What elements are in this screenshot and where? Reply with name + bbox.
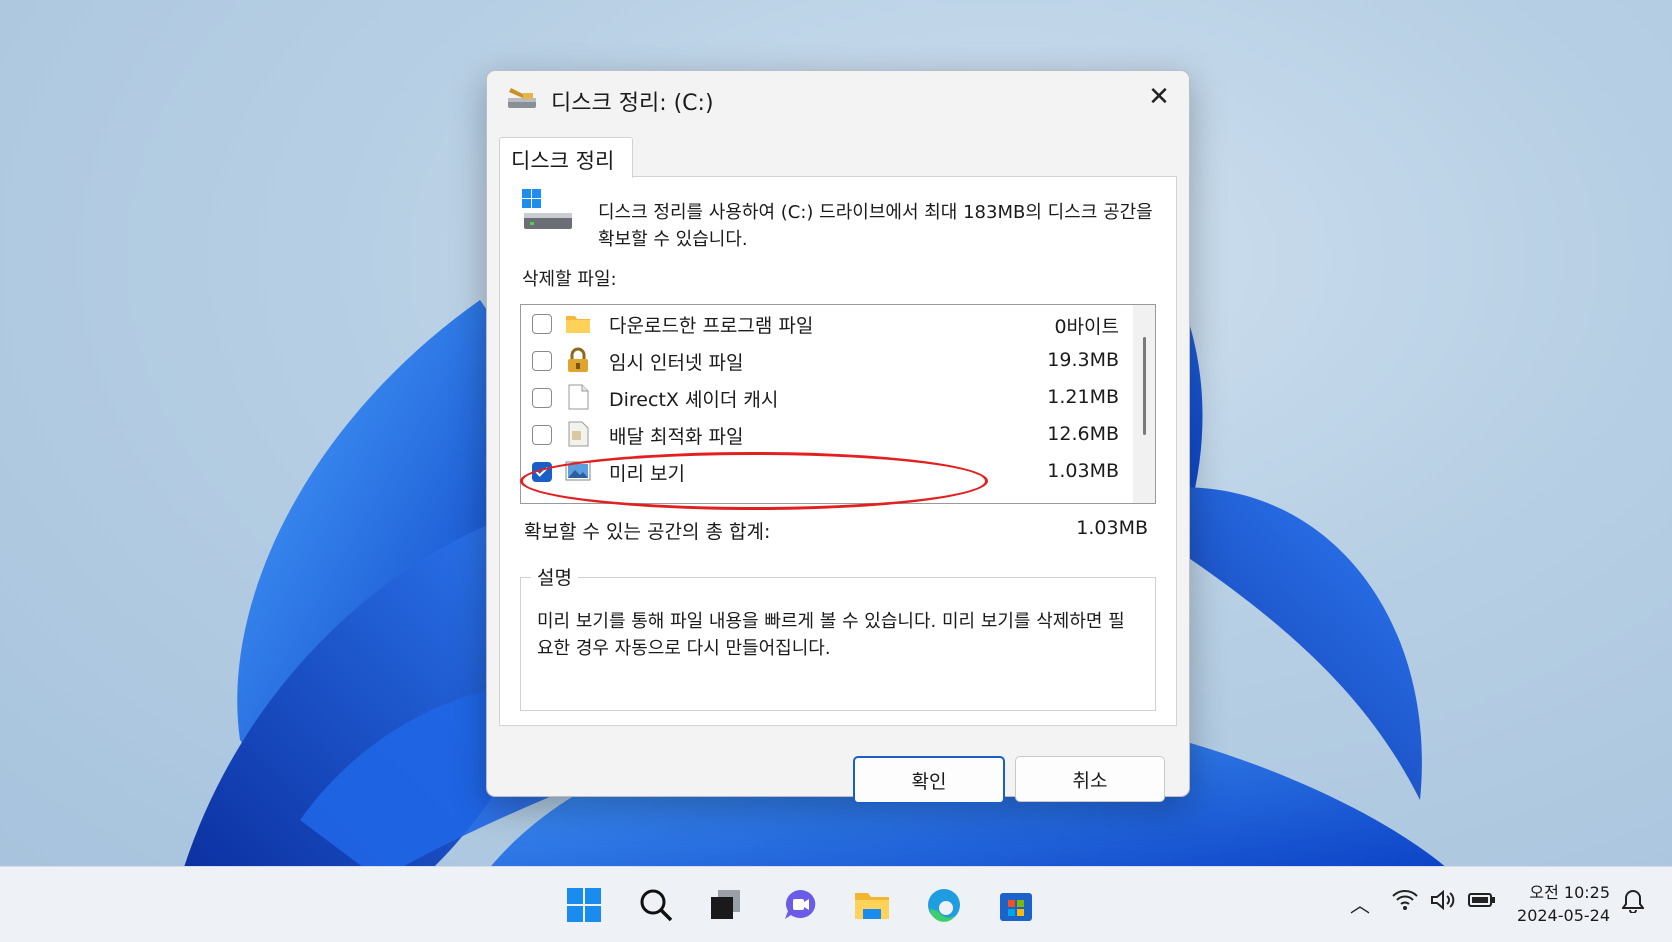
store-icon[interactable]	[996, 885, 1036, 925]
task-view-icon[interactable]	[706, 885, 746, 925]
folder-icon	[566, 316, 590, 333]
file-size: 1.03MB	[1047, 460, 1119, 482]
description-text: 미리 보기를 통해 파일 내용을 빠르게 볼 수 있습니다. 미리 보기를 삭제…	[537, 611, 1125, 659]
checkbox[interactable]	[532, 314, 552, 334]
checkbox[interactable]	[532, 351, 552, 371]
list-item[interactable]: 미리 보기 1.03MB	[521, 453, 1131, 491]
file-name: 임시 인터넷 파일	[609, 352, 744, 374]
tab-disk-cleanup[interactable]: 디스크 정리	[499, 137, 633, 178]
file-name: 미리 보기	[609, 463, 685, 485]
intro-text: 디스크 정리를 사용하여 (C:) 드라이브에서 최대 183MB의 디스크 공…	[598, 202, 1153, 250]
scroll-thumb[interactable]	[1143, 337, 1146, 435]
checkbox[interactable]	[532, 388, 552, 408]
file-name: 배달 최적화 파일	[609, 426, 744, 448]
checkbox-checked[interactable]	[532, 462, 552, 482]
list-item[interactable]: 다운로드한 프로그램 파일 0바이트	[521, 305, 1131, 343]
edge-icon[interactable]	[924, 885, 964, 925]
file-size: 1.21MB	[1047, 386, 1119, 408]
checkbox[interactable]	[532, 425, 552, 445]
chat-icon[interactable]	[780, 885, 820, 925]
close-button[interactable]: ✕	[1137, 77, 1181, 117]
description-group: 설명 미리 보기를 통해 파일 내용을 빠르게 볼 수 있습니다. 미리 보기를…	[520, 563, 1156, 711]
file-name: 다운로드한 프로그램 파일	[609, 315, 814, 337]
cancel-button[interactable]: 취소	[1015, 756, 1165, 802]
scrollbar[interactable]	[1133, 305, 1155, 503]
lock-icon	[568, 347, 588, 372]
tab-panel: 디스크 정리를 사용하여 (C:) 드라이브에서 최대 183MB의 디스크 공…	[499, 176, 1177, 726]
taskbar: ︿ 오전 10:25 2024-05-24	[0, 866, 1672, 942]
tab-label: 디스크 정리	[511, 149, 615, 173]
document-icon	[568, 421, 589, 447]
file-size: 0바이트	[1054, 316, 1119, 338]
search-icon[interactable]	[636, 885, 676, 925]
total-value: 1.03MB	[1076, 517, 1148, 539]
picture-icon	[565, 461, 591, 481]
chevron-up-icon[interactable]: ︿	[1350, 889, 1370, 918]
volume-icon[interactable]	[1430, 889, 1456, 916]
description-legend: 설명	[531, 563, 578, 590]
title-bar[interactable]: 디스크 정리: (C:) ✕	[487, 71, 1189, 123]
clock[interactable]: 오전 10:25 2024-05-24	[1510, 881, 1610, 927]
wifi-icon[interactable]	[1392, 889, 1418, 916]
total-label: 확보할 수 있는 공간의 총 합계:	[524, 521, 771, 543]
ok-button[interactable]: 확인	[853, 756, 1005, 804]
drive-icon	[522, 189, 572, 229]
bell-icon[interactable]	[1621, 889, 1645, 918]
close-icon: ✕	[1148, 82, 1170, 112]
clock-date: 2024-05-24	[1517, 906, 1610, 925]
list-item[interactable]: 임시 인터넷 파일 19.3MB	[521, 342, 1131, 380]
file-explorer-icon[interactable]	[852, 885, 892, 925]
file-name: DirectX 셰이더 캐시	[609, 389, 779, 411]
disk-cleanup-icon	[508, 88, 536, 108]
files-to-delete-label: 삭제할 파일:	[522, 269, 617, 290]
file-size: 12.6MB	[1047, 423, 1119, 445]
file-list[interactable]: 다운로드한 프로그램 파일 0바이트 임시 인터넷 파일 19.3MB Dire…	[520, 304, 1156, 504]
blank-file-icon	[568, 384, 589, 410]
list-item[interactable]: 배달 최적화 파일 12.6MB	[521, 416, 1131, 454]
start-icon[interactable]	[564, 885, 604, 925]
battery-icon[interactable]	[1468, 889, 1496, 916]
file-size: 19.3MB	[1047, 349, 1119, 371]
clock-time: 오전 10:25	[1529, 883, 1610, 902]
disk-cleanup-dialog: 디스크 정리: (C:) ✕ 디스크 정리 디스크 정리를 사용하여 (C:) …	[486, 70, 1190, 804]
dialog-title: 디스크 정리: (C:)	[551, 91, 714, 116]
list-item[interactable]: DirectX 셰이더 캐시 1.21MB	[521, 379, 1131, 417]
